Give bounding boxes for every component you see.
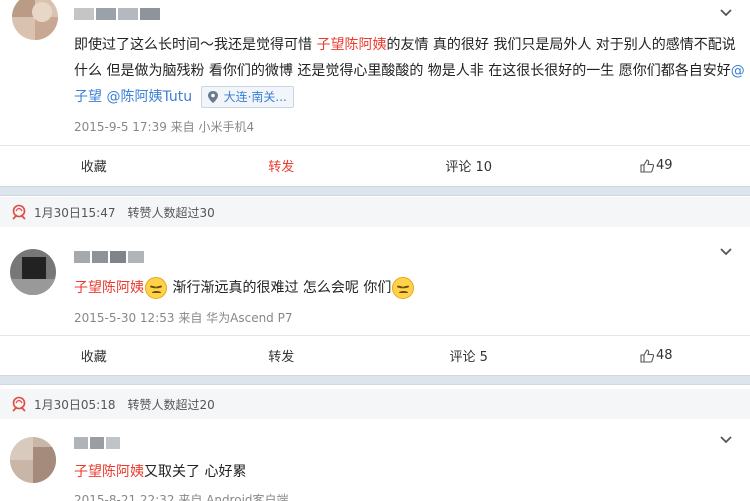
hot-bar: 1月30日15:47 转赞人数超过30 [0,197,750,227]
sad-face-emoji [392,277,415,299]
like-thumb-icon [640,158,654,173]
like-button[interactable]: 49 [563,146,750,185]
like-button[interactable]: 48 [563,336,750,375]
mention-zwcay[interactable]: 子望陈阿姨 [74,280,144,296]
like-thumb-icon [640,348,654,363]
comment-button[interactable]: 评论 10 [375,146,563,185]
action-bar: 收藏 转发 评论 10 49 [0,145,750,185]
hot-fire-icon [12,396,26,412]
username-blurred[interactable] [74,8,162,20]
separator [0,186,750,196]
location-tag[interactable]: 大连·南关... [200,86,294,108]
mention-chenayi-tutu[interactable]: @陈阿姨Tutu [106,89,192,105]
hot-label: 转赞人数超过30 [127,205,215,220]
username-blurred[interactable] [74,251,144,263]
repost-button[interactable]: 转发 [188,336,376,375]
hot-label: 转赞人数超过20 [127,397,215,412]
avatar[interactable] [10,437,56,483]
post-card-3: 子望陈阿姨又取关了 心好累 2015-8-21 22:32 来自 Android… [0,419,750,501]
post-text: 即使过了这么长时间～我还是觉得可惜 子望陈阿姨的友情 真的很好 我们只是局外人 … [74,32,746,110]
hot-fire-icon [12,204,26,220]
post-card-2: 子望陈阿姨 渐行渐远真的很难过 怎么会呢 你们 2015-5-30 12:53 … [0,227,750,372]
hot-bar: 1月30日05:18 转赞人数超过20 [0,389,750,419]
post-meta: 2015-5-30 12:53 来自 华为Ascend P7 [74,311,293,325]
mention-zwcay[interactable]: 子望陈阿姨 [74,464,144,480]
chevron-down-icon[interactable] [720,6,732,18]
sad-face-emoji [145,277,167,299]
hot-time: 1月30日05:18 [34,397,116,412]
post-text: 子望陈阿姨 渐行渐远真的很难过 怎么会呢 你们 [74,275,750,301]
repost-button[interactable]: 转发 [188,146,376,185]
favorite-button[interactable]: 收藏 [0,336,188,375]
post-card-1: 即使过了这么长时间～我还是觉得可惜 子望陈阿姨的友情 真的很好 我们只是局外人 … [0,0,750,186]
chevron-down-icon[interactable] [720,433,732,445]
comment-button[interactable]: 评论 5 [375,336,563,375]
action-bar: 收藏 转发 评论 5 48 [0,335,750,375]
chevron-down-icon[interactable] [720,245,732,257]
post-meta: 2015-8-21 22:32 来自 Android客户端 [74,493,289,501]
separator [0,375,750,385]
username-blurred[interactable] [74,437,122,449]
avatar[interactable] [12,0,58,40]
hot-time: 1月30日15:47 [34,205,116,220]
location-pin-icon [207,91,218,103]
favorite-button[interactable]: 收藏 [0,146,188,185]
post-meta: 2015-9-5 17:39 来自 小米手机4 [74,120,255,134]
post-text: 子望陈阿姨又取关了 心好累 [74,464,247,480]
avatar[interactable] [10,249,56,295]
mention-zwcay[interactable]: 子望陈阿姨 [316,37,386,53]
